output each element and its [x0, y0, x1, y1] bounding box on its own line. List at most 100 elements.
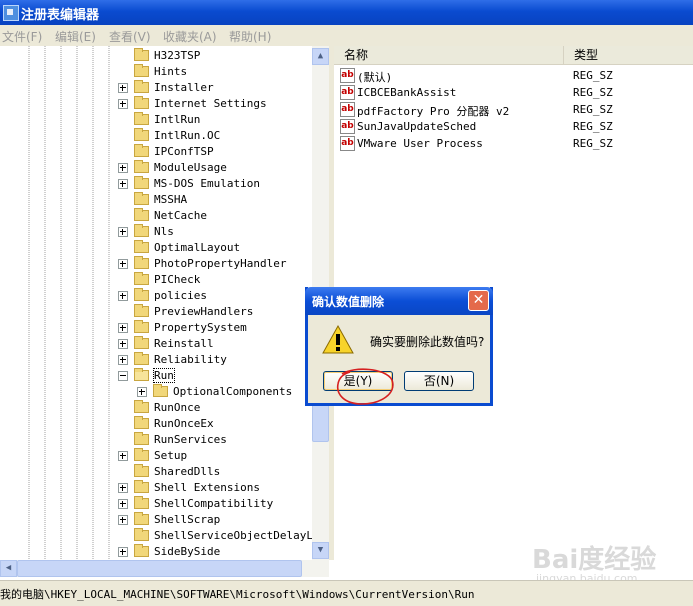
tree-item[interactable]: MSSHA — [0, 192, 312, 208]
tree-item[interactable]: Reliability — [0, 352, 312, 368]
tree-item[interactable]: Internet Settings — [0, 96, 312, 112]
expand-plus-icon[interactable] — [137, 387, 147, 397]
string-value-icon: ab — [340, 102, 355, 117]
folder-icon — [134, 336, 149, 349]
tree-item[interactable]: ShellServiceObjectDelayLoad — [0, 528, 312, 544]
tree-item[interactable]: MS-DOS Emulation — [0, 176, 312, 192]
tree-horizontal-scrollbar[interactable]: ◀ — [0, 560, 329, 577]
tree-item-label: SharedDlls — [154, 465, 221, 478]
expand-plus-icon[interactable] — [118, 451, 128, 461]
tree-item-label: RunOnce — [154, 401, 201, 414]
tree-item[interactable]: Nls — [0, 224, 312, 240]
expand-plus-icon[interactable] — [118, 355, 128, 365]
expand-plus-icon[interactable] — [118, 339, 128, 349]
menu-help[interactable]: 帮助(H) — [229, 28, 271, 45]
expand-plus-icon[interactable] — [118, 227, 128, 237]
folder-icon — [134, 496, 149, 509]
string-value-icon: ab — [340, 136, 355, 151]
tree-item[interactable]: IntlRun.OC — [0, 128, 312, 144]
tree-item[interactable]: Reinstall — [0, 336, 312, 352]
tree-item[interactable]: Installer — [0, 80, 312, 96]
folder-icon — [134, 208, 149, 221]
expand-plus-icon[interactable] — [118, 547, 128, 557]
scroll-down-arrow-icon[interactable]: ▼ — [312, 542, 329, 559]
collapse-minus-icon[interactable] — [118, 371, 128, 381]
tree-item[interactable]: PICheck — [0, 272, 312, 288]
menu-file[interactable]: 文件(F) — [2, 28, 42, 45]
value-row[interactable]: ab ICBCEBankAssist REG_SZ — [334, 84, 693, 101]
folder-icon — [134, 240, 149, 253]
tree-item-label: Run — [153, 368, 175, 383]
tree-item[interactable]: Shell Extensions — [0, 480, 312, 496]
tree-item[interactable]: ShellScrap — [0, 512, 312, 528]
tree-item[interactable]: SideBySide — [0, 544, 312, 560]
value-row[interactable]: ab (默认) REG_SZ — [334, 67, 693, 84]
tree-item[interactable]: OptionalComponents — [0, 384, 312, 400]
expand-plus-icon[interactable] — [118, 259, 128, 269]
menu-view[interactable]: 查看(V) — [109, 28, 151, 45]
folder-icon — [134, 464, 149, 477]
folder-icon — [134, 64, 149, 77]
tree-item[interactable]: H323TSP — [0, 48, 312, 64]
expand-plus-icon[interactable] — [118, 515, 128, 525]
value-type: REG_SZ — [573, 86, 613, 99]
no-button[interactable]: 否(N) — [404, 371, 474, 391]
folder-icon — [153, 384, 168, 397]
tree-item[interactable]: PropertySystem — [0, 320, 312, 336]
tree-item[interactable]: IPConfTSP — [0, 144, 312, 160]
registry-tree-pane[interactable]: H323TSP Hints Installer Internet Settings In… — [0, 46, 312, 560]
tree-item[interactable]: NetCache — [0, 208, 312, 224]
folder-icon — [134, 304, 149, 317]
tree-item[interactable]: RunOnce — [0, 400, 312, 416]
folder-icon — [134, 192, 149, 205]
value-row[interactable]: ab pdfFactory Pro 分配器 v2 REG_SZ — [334, 101, 693, 118]
column-header-name[interactable]: 名称 — [334, 46, 564, 65]
tree-item-label: OptimalLayout — [154, 241, 241, 254]
watermark-main-text: Bai度经验 — [532, 545, 657, 575]
tree-item[interactable]: Setup — [0, 448, 312, 464]
folder-icon — [134, 112, 149, 125]
folder-open-icon — [134, 368, 149, 381]
expand-plus-icon[interactable] — [118, 163, 128, 173]
scroll-left-arrow-icon[interactable]: ◀ — [0, 560, 17, 577]
status-bar: 我的电脑\HKEY_LOCAL_MACHINE\SOFTWARE\Microso… — [0, 580, 693, 606]
value-name: VMware User Process — [357, 137, 483, 150]
tree-item[interactable]: OptimalLayout — [0, 240, 312, 256]
tree-item-label: IPConfTSP — [154, 145, 214, 158]
tree-item[interactable]: IntlRun — [0, 112, 312, 128]
tree-item[interactable]: SharedDlls — [0, 464, 312, 480]
tree-item[interactable]: policies — [0, 288, 312, 304]
tree-hscroll-thumb[interactable] — [17, 560, 302, 577]
tree-item[interactable]: Hints — [0, 64, 312, 80]
expand-plus-icon[interactable] — [118, 323, 128, 333]
tree-item[interactable]: PreviewHandlers — [0, 304, 312, 320]
tree-item[interactable]: Run — [0, 368, 312, 384]
tree-item[interactable]: ShellCompatibility — [0, 496, 312, 512]
value-row[interactable]: ab VMware User Process REG_SZ — [334, 135, 693, 152]
expand-plus-icon[interactable] — [118, 483, 128, 493]
expand-plus-icon[interactable] — [118, 291, 128, 301]
tree-item[interactable]: RunOnceEx — [0, 416, 312, 432]
tree-item-label: ShellCompatibility — [154, 497, 274, 510]
menu-favorites[interactable]: 收藏夹(A) — [163, 28, 217, 45]
tree-item[interactable]: ModuleUsage — [0, 160, 312, 176]
value-name: ICBCEBankAssist — [357, 86, 457, 99]
column-header-type[interactable]: 类型 — [564, 46, 693, 65]
menu-edit[interactable]: 编辑(E) — [55, 28, 96, 45]
tree-item-label: Installer — [154, 81, 214, 94]
tree-item-label: NetCache — [154, 209, 207, 222]
value-row[interactable]: ab SunJavaUpdateSched REG_SZ — [334, 118, 693, 135]
folder-icon — [134, 544, 149, 557]
tree-item[interactable]: PhotoPropertyHandler — [0, 256, 312, 272]
expand-plus-icon[interactable] — [118, 99, 128, 109]
close-icon[interactable]: ✕ — [468, 290, 489, 311]
tree-item-label: SideBySide — [154, 545, 221, 558]
tree-item[interactable]: RunServices — [0, 432, 312, 448]
scroll-up-arrow-icon[interactable]: ▲ — [312, 48, 329, 65]
expand-plus-icon[interactable] — [118, 83, 128, 93]
expand-plus-icon[interactable] — [118, 179, 128, 189]
expand-plus-icon[interactable] — [118, 499, 128, 509]
window-titlebar[interactable]: 注册表编辑器 — [0, 0, 693, 25]
value-type: REG_SZ — [573, 120, 613, 133]
dialog-titlebar[interactable]: 确认数值删除 ✕ — [305, 287, 493, 315]
